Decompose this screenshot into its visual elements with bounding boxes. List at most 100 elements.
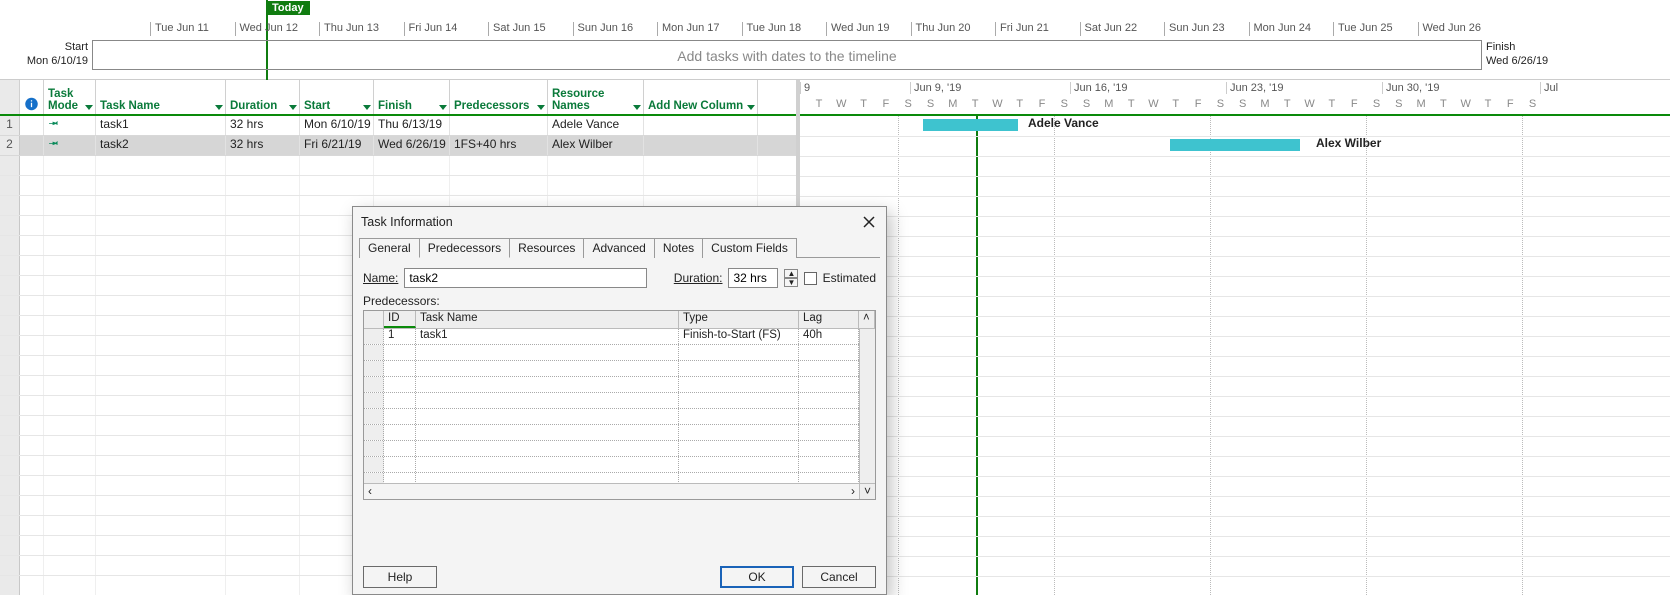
pred-row-select[interactable]	[364, 393, 384, 408]
pred-row-type[interactable]	[679, 441, 799, 456]
duration-cell[interactable]: 32 hrs	[226, 116, 300, 135]
table-row[interactable]: 2 task232 hrsFri 6/21/19Wed 6/26/191FS+40…	[0, 136, 796, 156]
task-mode-cell[interactable]	[44, 136, 96, 155]
header-info-icon[interactable]	[20, 80, 44, 114]
pred-vscroll[interactable]	[859, 329, 875, 483]
pred-row-select[interactable]	[364, 441, 384, 456]
tab-predecessors[interactable]: Predecessors	[419, 238, 510, 258]
table-row[interactable]: 1task132 hrsMon 6/10/19Thu 6/13/19Adele …	[0, 116, 796, 136]
pred-row-select[interactable]	[364, 425, 384, 440]
gantt-row[interactable]: Adele Vance	[800, 116, 1670, 136]
pred-row-id[interactable]	[384, 409, 416, 424]
tab-advanced[interactable]: Advanced	[583, 238, 654, 258]
header-task-name[interactable]: Task Name	[96, 80, 226, 114]
task-name-cell[interactable]: task2	[96, 136, 226, 155]
empty-row[interactable]	[0, 176, 796, 196]
finish-cell[interactable]: Wed 6/26/19	[374, 136, 450, 155]
start-cell[interactable]: Fri 6/21/19	[300, 136, 374, 155]
pred-row-select[interactable]	[364, 329, 384, 344]
pred-header-type[interactable]: Type	[679, 311, 799, 328]
pred-row[interactable]	[364, 345, 875, 361]
duration-cell[interactable]: 32 hrs	[226, 136, 300, 155]
pred-row-type[interactable]	[679, 409, 799, 424]
row-number[interactable]: 1	[0, 116, 20, 135]
pred-row-lag[interactable]	[799, 361, 859, 376]
pred-row-type[interactable]	[679, 345, 799, 360]
predecessors-cell[interactable]: 1FS+40 hrs	[450, 136, 548, 155]
finish-cell[interactable]: Thu 6/13/19	[374, 116, 450, 135]
pred-row-lag[interactable]	[799, 345, 859, 360]
resource-cell[interactable]: Alex Wilber	[548, 136, 644, 155]
pred-row-type[interactable]	[679, 457, 799, 472]
pred-row-id[interactable]	[384, 441, 416, 456]
pred-row-select[interactable]	[364, 457, 384, 472]
pred-row-id[interactable]	[384, 345, 416, 360]
pred-row[interactable]	[364, 425, 875, 441]
gantt-bar[interactable]	[1170, 139, 1300, 151]
pred-row-lag[interactable]	[799, 457, 859, 472]
pred-row-lag[interactable]	[799, 409, 859, 424]
duration-input[interactable]	[728, 268, 778, 288]
start-cell[interactable]: Mon 6/10/19	[300, 116, 374, 135]
tab-custom-fields[interactable]: Custom Fields	[702, 238, 797, 258]
pred-row-taskname[interactable]	[416, 393, 679, 408]
header-start[interactable]: Start	[300, 80, 374, 114]
addcol-cell[interactable]	[644, 136, 758, 155]
pred-row-select[interactable]	[364, 345, 384, 360]
pred-row[interactable]	[364, 393, 875, 409]
pred-header-id[interactable]: ID	[384, 311, 416, 328]
predecessors-grid[interactable]: ID Task Name Type Lag ˄ 1task1Finish-to-…	[363, 310, 876, 500]
header-task-mode[interactable]: Task Mode	[44, 80, 96, 114]
pred-row-select[interactable]	[364, 377, 384, 392]
tab-resources[interactable]: Resources	[509, 238, 584, 258]
pred-row-taskname[interactable]	[416, 409, 679, 424]
pred-header-taskname[interactable]: Task Name	[416, 311, 679, 328]
pred-row-lag[interactable]	[799, 441, 859, 456]
duration-spinner[interactable]: ▲▼	[784, 269, 798, 287]
timeline-frame[interactable]: Add tasks with dates to the timeline	[92, 40, 1482, 70]
header-duration[interactable]: Duration	[226, 80, 300, 114]
pred-row-taskname[interactable]	[416, 425, 679, 440]
pred-row[interactable]	[364, 409, 875, 425]
pred-row-type[interactable]	[679, 393, 799, 408]
pred-row[interactable]	[364, 377, 875, 393]
pred-row[interactable]	[364, 457, 875, 473]
pred-hscroll[interactable]: ‹›	[364, 483, 859, 499]
estimated-checkbox[interactable]	[804, 272, 816, 285]
gantt-body[interactable]: Adele VanceAlex Wilber	[800, 116, 1670, 595]
header-resource-names[interactable]: Resource Names	[548, 80, 644, 114]
pred-row-id[interactable]	[384, 361, 416, 376]
task-mode-cell[interactable]	[44, 116, 96, 135]
row-number[interactable]: 2	[0, 136, 20, 155]
addcol-cell[interactable]	[644, 116, 758, 135]
header-add-new-column[interactable]: Add New Column	[644, 80, 758, 114]
pred-row-type[interactable]	[679, 377, 799, 392]
close-button[interactable]	[860, 213, 878, 231]
pred-row-id[interactable]: 1	[384, 329, 416, 344]
pred-row-lag[interactable]	[799, 393, 859, 408]
pred-scroll-down[interactable]: ˅	[859, 483, 875, 499]
gantt-row[interactable]: Alex Wilber	[800, 136, 1670, 156]
help-button[interactable]: Help	[363, 566, 437, 588]
resource-cell[interactable]: Adele Vance	[548, 116, 644, 135]
header-finish[interactable]: Finish	[374, 80, 450, 114]
pred-row-taskname[interactable]	[416, 361, 679, 376]
pred-row-type[interactable]: Finish-to-Start (FS)	[679, 329, 799, 344]
pred-row-id[interactable]	[384, 393, 416, 408]
predecessors-cell[interactable]	[450, 116, 548, 135]
header-predecessors[interactable]: Predecessors	[450, 80, 548, 114]
pred-row-lag[interactable]: 40h	[799, 329, 859, 344]
pred-row[interactable]: 1task1Finish-to-Start (FS)40h	[364, 329, 875, 345]
pred-scroll-up[interactable]: ˄	[859, 311, 875, 328]
pred-row[interactable]	[364, 361, 875, 377]
pred-row-lag[interactable]	[799, 425, 859, 440]
pred-row-taskname[interactable]	[416, 377, 679, 392]
gantt-bar[interactable]	[923, 119, 1018, 131]
pred-row-taskname[interactable]: task1	[416, 329, 679, 344]
pred-header-lag[interactable]: Lag	[799, 311, 859, 328]
pred-row[interactable]	[364, 441, 875, 457]
pred-row-select[interactable]	[364, 409, 384, 424]
empty-row[interactable]	[0, 156, 796, 176]
pred-row-lag[interactable]	[799, 377, 859, 392]
pred-row-id[interactable]	[384, 457, 416, 472]
